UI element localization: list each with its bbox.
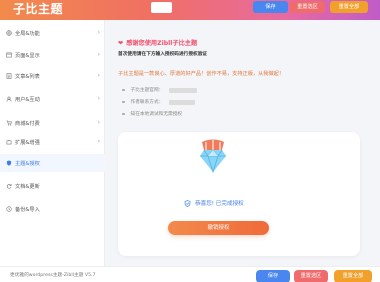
chevron-right-icon: ›	[97, 51, 100, 58]
backup-icon	[6, 206, 12, 212]
bullet-icon	[122, 88, 125, 92]
redacted-value	[169, 87, 198, 93]
thanks-heading: ❤ 感谢您使用Zibll子比主题	[118, 38, 197, 47]
authorization-card: 恭喜您! 已完成授权 撤销授权	[118, 132, 360, 256]
bullet-icon	[122, 100, 125, 104]
authorization-status-text: 恭喜您! 已完成授权	[195, 201, 244, 207]
sidebar-item-posts[interactable]: 文章&列表 ›	[0, 67, 105, 85]
chevron-right-icon: ›	[97, 119, 100, 126]
brand-title: 子比主题	[13, 2, 64, 16]
sidebar-item-shop[interactable]: 商城&付费 ›	[0, 114, 105, 132]
sidebar-item-pages[interactable]: 页面&显示 ›	[0, 46, 105, 64]
info-label: 知在本地调试和无需授权	[130, 112, 183, 117]
sidebar-item-label: 商城&付费	[15, 120, 40, 127]
refresh-icon	[6, 183, 12, 189]
sidebar-item-label: 全局&功能	[15, 30, 40, 37]
sidebar-item-label: 文档&更新	[15, 183, 40, 190]
list-item: 知在本地调试和无需授权	[122, 111, 182, 117]
chevron-right-icon: ›	[97, 29, 100, 36]
cart-icon	[6, 120, 12, 126]
redacted-value	[169, 99, 196, 105]
sidebar-item-label: 扩展&增强	[15, 139, 40, 146]
search-input[interactable]	[151, 2, 172, 13]
sidebar-item-label: 主题&授权	[15, 160, 40, 167]
puzzle-icon	[6, 139, 12, 145]
top-header: 子比主题 保存 重置选区 重置全部	[0, 0, 380, 20]
sidebar-item-docs[interactable]: 文档&更新	[0, 177, 105, 195]
revoke-authorization-button[interactable]: 撤销授权	[168, 221, 269, 235]
reset-section-button[interactable]: 重置选区	[290, 1, 325, 13]
save-button[interactable]: 保存	[253, 1, 288, 13]
footer-save-button[interactable]: 保存	[256, 270, 290, 282]
list-item: 子比主题官网：	[122, 87, 198, 93]
sidebar: 全局&功能 › 页面&显示 › 文章&列表 › 用户&互动 › 商城&付费 › …	[0, 20, 105, 266]
sidebar-item-extensions[interactable]: 扩展&增强 ›	[0, 133, 105, 151]
sidebar-item-users[interactable]: 用户&互动 ›	[0, 90, 105, 108]
sidebar-item-label: 用户&互动	[15, 96, 40, 103]
footer-reset-section-button[interactable]: 重置选区	[294, 270, 328, 282]
shield-icon	[6, 160, 12, 166]
sidebar-item-global[interactable]: 全局&功能 ›	[0, 24, 105, 42]
bullet-icon	[122, 112, 125, 116]
chevron-right-icon: ›	[97, 95, 100, 102]
sidebar-item-label: 文章&列表	[15, 73, 40, 80]
window-icon	[6, 52, 12, 58]
list-item: 作者联系方式：	[122, 99, 196, 105]
authorization-status: 恭喜您! 已完成授权	[184, 199, 304, 207]
footer-version-text: 更优雅的wordpress主题-Zibll主题 V5.7	[10, 273, 96, 278]
document-icon	[6, 73, 12, 79]
thanks-title: 感谢您使用Zibll子比主题	[126, 40, 198, 47]
diamond-badge-icon	[200, 139, 226, 174]
shield-check-icon	[184, 199, 191, 207]
footer-reset-all-button[interactable]: 重置全部	[334, 270, 372, 282]
first-use-instruction: 首次使用请在下方输入授权码进行授权验证	[118, 52, 208, 57]
chevron-right-icon: ›	[97, 72, 100, 79]
sidebar-item-label: 页面&显示	[15, 52, 40, 59]
chevron-right-icon: ›	[97, 138, 100, 145]
support-note: 子比主题是一款良心、厚道的好产品！创作不易，支持正版，从我做起！	[118, 71, 285, 77]
sidebar-item-authorization[interactable]: 主题&授权	[0, 154, 105, 172]
user-icon	[6, 96, 12, 102]
info-label: 作者联系方式：	[130, 100, 164, 105]
globe-icon	[6, 30, 12, 36]
footer-bar: 更优雅的wordpress主题-Zibll主题 V5.7 保存 重置选区 重置全…	[0, 266, 380, 282]
heart-icon: ❤	[118, 40, 124, 47]
sidebar-item-backup[interactable]: 备份&导入	[0, 200, 105, 218]
sidebar-item-label: 备份&导入	[15, 206, 40, 213]
info-label: 子比主题官网：	[130, 88, 164, 93]
reset-all-button[interactable]: 重置全部	[330, 1, 368, 13]
